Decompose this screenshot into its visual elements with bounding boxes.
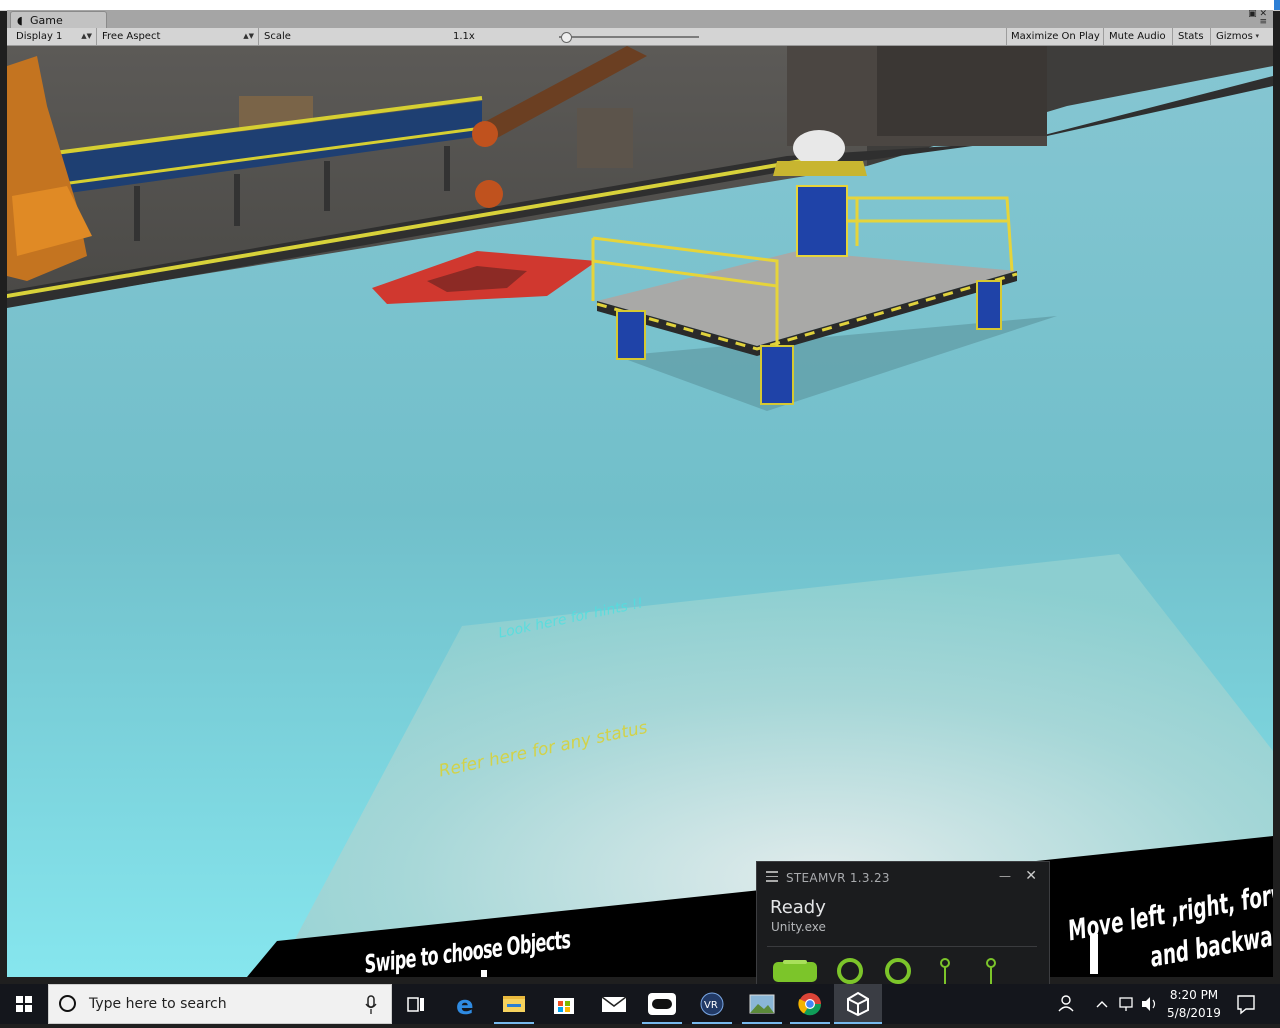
device-icons xyxy=(773,958,996,984)
minimize-icon[interactable]: — xyxy=(999,869,1011,883)
cortana-icon xyxy=(59,995,76,1012)
mute-audio-label: Mute Audio xyxy=(1109,31,1166,42)
gizmos-dropdown[interactable]: Gizmos ▾ xyxy=(1211,28,1263,45)
photos-icon[interactable] xyxy=(738,984,786,1024)
tower-mast xyxy=(796,185,848,257)
dropdown-arrow-icon: ▲▼ xyxy=(243,32,254,40)
scale-slider-handle[interactable] xyxy=(561,32,572,43)
tower-sphere xyxy=(793,130,845,166)
edge-icon[interactable]: e xyxy=(442,984,490,1024)
base-station-icon xyxy=(986,958,996,968)
3d-scene xyxy=(7,46,1273,977)
search-box[interactable]: Type here to search xyxy=(48,984,392,1024)
crate xyxy=(577,108,633,168)
gizmos-label: Gizmos xyxy=(1216,31,1253,42)
tab-bar: ◖ Game ▣ ✕ ≡ xyxy=(7,10,1273,29)
divider xyxy=(767,946,1037,947)
device-list xyxy=(771,958,1041,984)
people-icon xyxy=(1058,995,1074,1012)
tab-game[interactable]: ◖ Game xyxy=(10,11,107,29)
mail-icon[interactable] xyxy=(590,984,638,1024)
hamburger-menu-icon[interactable] xyxy=(766,871,778,885)
controller-icon xyxy=(837,958,863,984)
crate-stack-dark xyxy=(877,46,1047,136)
start-button[interactable] xyxy=(0,984,48,1024)
aspect-dropdown-label: Free Aspect xyxy=(102,31,161,42)
scale-label: Scale xyxy=(264,31,291,42)
steamvr-status-window: STEAMVR 1.3.23 — ✕ Ready Unity.exe xyxy=(756,861,1050,986)
clock-date: 5/8/2019 xyxy=(1167,1006,1221,1020)
tower-cage xyxy=(773,161,867,176)
window-accent xyxy=(1274,0,1280,10)
headset-icon-top xyxy=(783,960,807,964)
display-dropdown[interactable]: Display 1 ▲▼ xyxy=(11,28,97,45)
chevron-up-icon xyxy=(1096,1001,1108,1008)
taskbar-clock[interactable]: 8:20 PM 5/8/2019 xyxy=(1162,986,1226,1022)
vr-icon[interactable]: VR xyxy=(688,984,736,1024)
search-placeholder: Type here to search xyxy=(89,996,227,1012)
unity-icon[interactable] xyxy=(834,984,882,1024)
chrome-icon[interactable] xyxy=(786,984,834,1024)
svg-text:e: e xyxy=(456,991,474,1021)
display-dropdown-label: Display 1 xyxy=(16,31,63,42)
maximize-on-play-label: Maximize On Play xyxy=(1011,31,1100,42)
maximize-on-play-toggle[interactable]: Maximize On Play xyxy=(1006,28,1104,45)
game-toolbar: Display 1 ▲▼ Free Aspect ▲▼ Scale 1.1x Max… xyxy=(7,28,1273,46)
unity-game-window: ◖ Game ▣ ✕ ≡ Display 1 ▲▼ Free Aspect ▲▼ Sc… xyxy=(7,10,1273,977)
oculus-icon[interactable] xyxy=(638,984,686,1024)
steamvr-app: Unity.exe xyxy=(771,920,826,934)
microphone-icon[interactable] xyxy=(365,995,377,1015)
network-icon xyxy=(1119,997,1133,1011)
unity-icon: ◖ xyxy=(17,14,23,27)
window-controls[interactable]: ▣ ✕ ≡ xyxy=(1248,10,1267,27)
base-station-icon xyxy=(940,958,950,968)
dropdown-arrow-icon: ▾ xyxy=(1255,32,1259,40)
windows-logo-icon xyxy=(16,996,32,1012)
steamvr-status: Ready xyxy=(770,897,826,918)
dropdown-arrow-icon: ▲▼ xyxy=(81,32,92,40)
game-viewport[interactable]: Look here for hints !! Refer here for an… xyxy=(7,46,1273,977)
steamvr-title: STEAMVR 1.3.23 xyxy=(786,871,890,885)
mute-audio-toggle[interactable]: Mute Audio xyxy=(1104,28,1173,45)
scale-control: Scale 1.1x xyxy=(259,28,1007,45)
aspect-dropdown[interactable]: Free Aspect ▲▼ xyxy=(97,28,259,45)
stats-toggle[interactable]: Stats xyxy=(1173,28,1211,45)
close-icon[interactable]: ✕ xyxy=(1025,868,1037,884)
orange-ball xyxy=(475,180,503,208)
scale-value: 1.1x xyxy=(453,31,475,42)
svg-text:VR: VR xyxy=(704,1000,718,1011)
orange-ball xyxy=(472,121,498,147)
volume-icon xyxy=(1142,997,1156,1011)
store-icon[interactable] xyxy=(540,984,588,1024)
scale-slider[interactable] xyxy=(559,36,699,38)
task-view-icon[interactable] xyxy=(392,984,440,1024)
stats-label: Stats xyxy=(1178,31,1204,42)
file-explorer-icon[interactable] xyxy=(490,984,538,1024)
headset-icon xyxy=(773,962,817,982)
clock-time: 8:20 PM xyxy=(1169,988,1219,1002)
notification-icon xyxy=(1237,995,1255,1015)
controller-icon xyxy=(885,958,911,984)
windows-taskbar: Type here to search e VR 8:20 PM 5/8/201… xyxy=(0,984,1280,1024)
control-marker xyxy=(481,970,487,977)
